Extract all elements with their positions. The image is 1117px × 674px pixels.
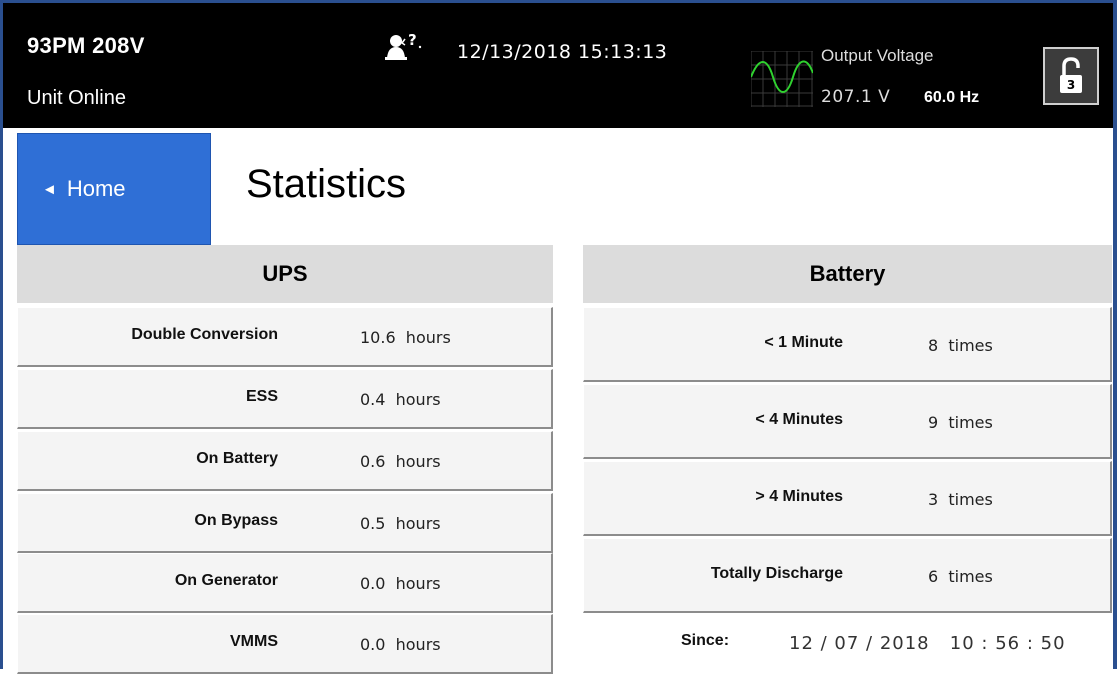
battery-stat-label: < 1 Minute bbox=[764, 334, 843, 351]
unit-status: Unit Online bbox=[27, 87, 126, 109]
home-button-label: Home bbox=[66, 176, 126, 201]
home-button[interactable]: ◄ Home bbox=[17, 133, 211, 245]
since-datetime: 12 / 07 / 2018 10 : 56 : 50 bbox=[789, 633, 1066, 654]
ups-stat-label: On Generator bbox=[174, 572, 278, 589]
battery-stat-row-under-4-minutes[interactable]: < 4 Minutes 9 times bbox=[583, 384, 1112, 459]
unlocked-padlock-icon: 3 bbox=[1060, 57, 1082, 93]
ups-section-header: UPS bbox=[17, 245, 553, 303]
battery-stat-row-totally-discharge[interactable]: Totally Discharge 6 times bbox=[583, 538, 1112, 613]
battery-stat-label: < 4 Minutes bbox=[755, 411, 843, 428]
battery-stat-row-under-1-minute[interactable]: < 1 Minute 8 times bbox=[583, 307, 1112, 382]
ups-stat-label: ESS bbox=[245, 388, 278, 405]
ups-stat-label: Double Conversion bbox=[131, 326, 278, 343]
since-label: Since: bbox=[681, 632, 730, 649]
operator-help-icon[interactable]: ? bbox=[385, 31, 425, 61]
system-datetime: 12/13/2018 15:13:13 bbox=[457, 41, 668, 63]
ups-stat-row-on-generator[interactable]: On Generator 0.0 hours bbox=[17, 553, 553, 613]
status-header: 93PM 208V Unit Online ? 12/13/2018 15:13… bbox=[3, 3, 1113, 128]
battery-section-header: Battery bbox=[583, 245, 1112, 303]
ups-stat-value: 0.6 hours bbox=[360, 452, 441, 471]
access-lock-button[interactable]: 3 bbox=[1043, 47, 1099, 105]
svg-text:?: ? bbox=[408, 31, 417, 49]
ups-stat-row-ess[interactable]: ESS 0.4 hours bbox=[17, 369, 553, 429]
ups-stat-label: VMMS bbox=[230, 633, 278, 650]
ups-stat-value: 10.6 hours bbox=[360, 328, 451, 347]
battery-stat-label: > 4 Minutes bbox=[755, 488, 843, 505]
lock-level: 3 bbox=[1067, 78, 1075, 92]
ups-stat-row-on-bypass[interactable]: On Bypass 0.5 hours bbox=[17, 493, 553, 553]
ups-stat-label: On Bypass bbox=[194, 512, 278, 529]
battery-stat-row-over-4-minutes[interactable]: > 4 Minutes 3 times bbox=[583, 461, 1112, 536]
ups-stat-row-vmms[interactable]: VMMS 0.0 hours bbox=[17, 614, 553, 674]
ups-model: 93PM 208V bbox=[27, 33, 145, 58]
output-voltage-label: Output Voltage bbox=[821, 46, 934, 65]
ups-stat-value: 0.4 hours bbox=[360, 390, 441, 409]
page-title: Statistics bbox=[246, 162, 407, 206]
output-voltage-value: 207.1 V bbox=[821, 87, 891, 107]
output-frequency-value: 60.0 Hz bbox=[924, 89, 980, 106]
battery-stat-label: Totally Discharge bbox=[710, 565, 843, 582]
battery-stat-value: 9 times bbox=[928, 413, 993, 432]
battery-stat-value: 8 times bbox=[928, 336, 993, 355]
ups-stat-row-double-conversion[interactable]: Double Conversion 10.6 hours bbox=[17, 307, 553, 367]
ups-stat-row-on-battery[interactable]: On Battery 0.6 hours bbox=[17, 431, 553, 491]
ups-stat-value: 0.0 hours bbox=[360, 635, 441, 654]
battery-stat-value: 6 times bbox=[928, 567, 993, 586]
ups-stat-label: On Battery bbox=[196, 450, 278, 467]
ups-stat-value: 0.5 hours bbox=[360, 514, 441, 533]
battery-stat-value: 3 times bbox=[928, 490, 993, 509]
back-arrow-icon: ◄ bbox=[42, 180, 57, 198]
ups-stat-value: 0.0 hours bbox=[360, 574, 441, 593]
sine-wave-icon bbox=[750, 50, 814, 107]
